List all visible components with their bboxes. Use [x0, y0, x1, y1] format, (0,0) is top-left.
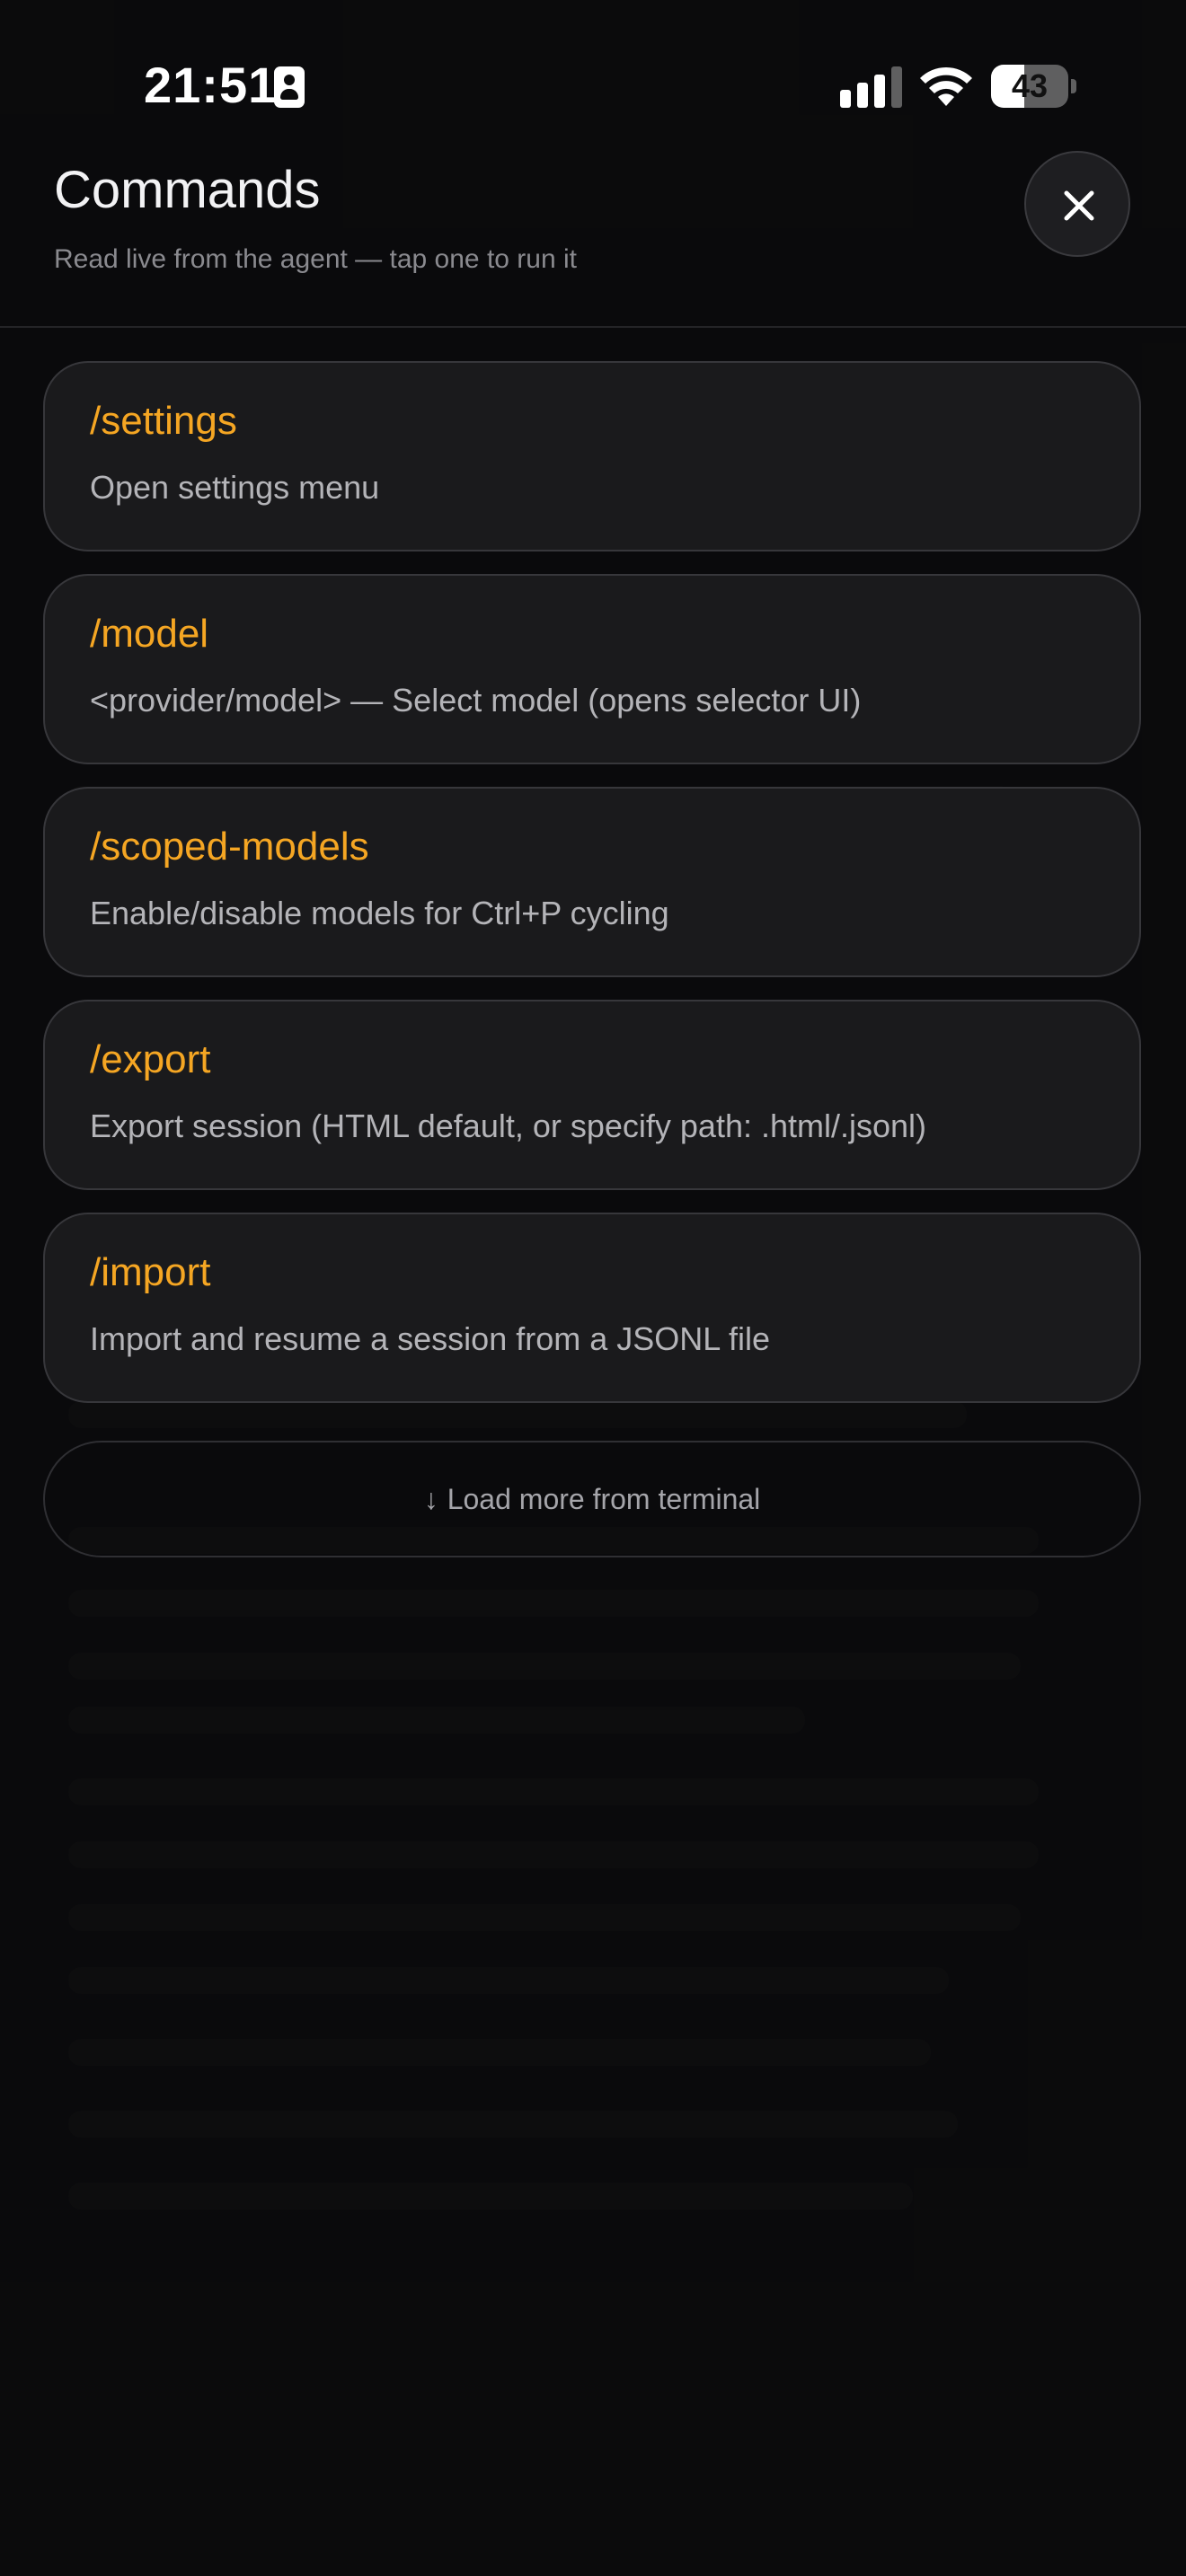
load-more-label: Load more from terminal [447, 1483, 761, 1515]
status-time: 21:51 [144, 57, 278, 113]
commands-sheet: 21:51 43 Commands Read live from the age… [0, 0, 1186, 2576]
command-name: /import [90, 1250, 211, 1294]
command-description: Enable/disable models for Ctrl+P cycling [90, 895, 669, 931]
command-name: /export [90, 1037, 211, 1081]
command-settings[interactable]: /settings Open settings menu [43, 361, 1141, 551]
command-description: Export session (HTML default, or specify… [90, 1107, 927, 1144]
command-description: Open settings menu [90, 469, 380, 506]
command-description: Import and resume a session from a JSONL… [90, 1320, 770, 1357]
header-divider [0, 326, 1186, 328]
command-export[interactable]: /export Export session (HTML default, or… [43, 1000, 1141, 1190]
wifi-icon [920, 66, 972, 106]
battery-level: 43 [1011, 67, 1049, 104]
command-scoped-models[interactable]: /scoped-models Enable/disable models for… [43, 787, 1141, 977]
close-button[interactable] [1024, 151, 1130, 257]
page-title: Commands [54, 161, 321, 219]
arrow-down-icon: ↓ [423, 1483, 438, 1515]
command-import[interactable]: /import Import and resume a session from… [43, 1213, 1141, 1403]
battery-icon: 43 [991, 65, 1077, 108]
page-subtitle: Read live from the agent — tap one to ru… [54, 244, 577, 274]
load-more-button[interactable]: ↓ Load more from terminal [43, 1441, 1141, 1557]
command-description: <provider/model> — Select model (opens s… [90, 682, 862, 719]
command-model[interactable]: /model <provider/model> — Select model (… [43, 574, 1141, 764]
command-name: /settings [90, 399, 237, 443]
signal-icon [840, 66, 903, 108]
command-name: /scoped-models [90, 825, 369, 869]
command-name: /model [90, 612, 209, 656]
status-bar: 21:51 43 [0, 0, 1186, 162]
close-icon [1064, 190, 1094, 221]
person-card-icon [274, 66, 305, 108]
